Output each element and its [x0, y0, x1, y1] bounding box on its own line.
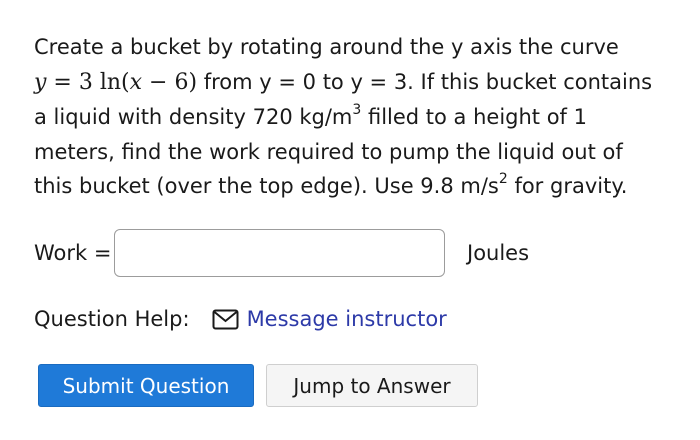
submit-question-button[interactable]: Submit Question [38, 364, 254, 407]
message-instructor-label: Message instructor [246, 307, 447, 331]
work-label: Work = [34, 241, 112, 265]
curve-equation: y = 3 ln(x − 6) [34, 69, 198, 95]
question-help-label: Question Help: [34, 307, 190, 331]
question-line-5: this bucket (over the top edge). Use 9.8… [34, 171, 628, 198]
work-answer-row: Work = Joules [34, 227, 529, 279]
message-instructor-link[interactable]: Message instructor [212, 307, 447, 331]
work-answer-input[interactable] [114, 229, 445, 277]
action-buttons: Submit Question Jump to Answer [38, 364, 478, 407]
mail-icon [212, 309, 239, 330]
question-help-row: Question Help: Message instructor [34, 302, 447, 336]
jump-to-answer-button[interactable]: Jump to Answer [266, 364, 478, 407]
question-line-4: meters, find the work required to pump t… [34, 139, 623, 164]
question-text: Create a bucket by rotating around the y… [34, 30, 674, 204]
question-line-3: a liquid with density 720 kg/m3 filled t… [34, 102, 587, 129]
work-unit-label: Joules [467, 241, 530, 265]
question-line-1: Create a bucket by rotating around the y… [34, 35, 619, 59]
question-line-2: y = 3 ln(x − 6) from y = 0 to y = 3. If … [34, 69, 653, 95]
